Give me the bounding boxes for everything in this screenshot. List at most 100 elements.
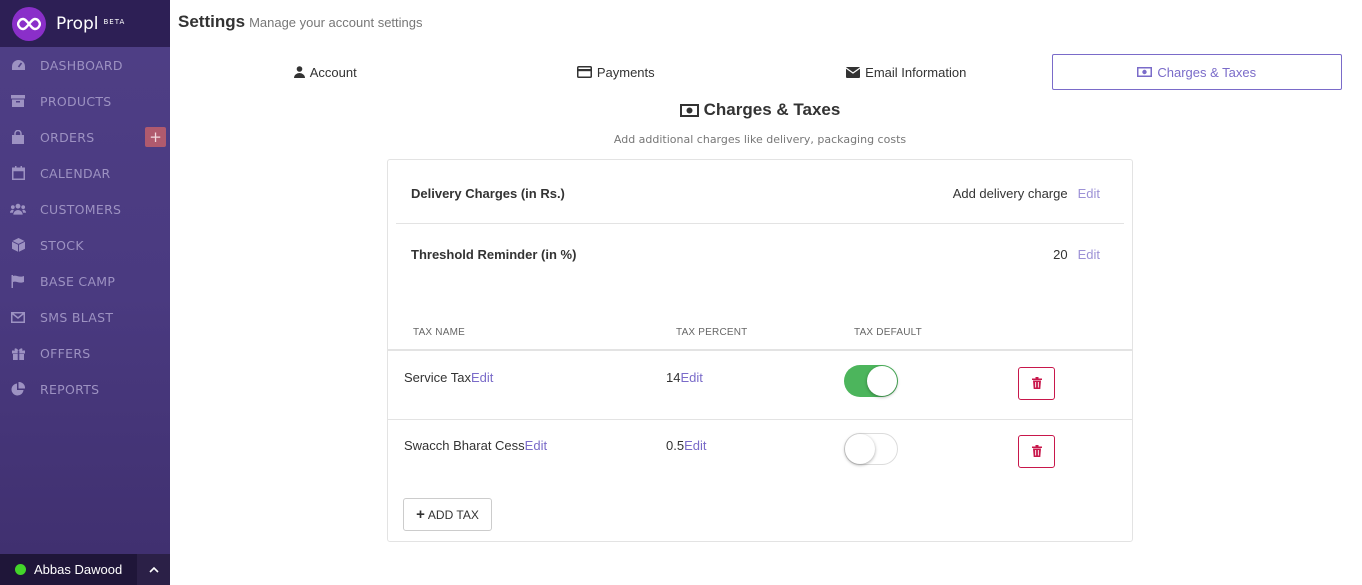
add-tax-label: ADD TAX — [427, 507, 479, 522]
tab-charges-taxes[interactable]: Charges & Taxes — [1051, 54, 1342, 90]
user-icon — [293, 66, 305, 78]
dashboard-icon — [10, 57, 26, 73]
flag-icon — [10, 273, 26, 289]
toggle-knob — [867, 366, 897, 396]
delete-tax-button[interactable] — [1018, 367, 1055, 400]
tab-account[interactable]: Account — [180, 54, 471, 90]
beta-badge: BETA — [103, 17, 126, 26]
credit-card-icon — [576, 66, 592, 78]
tab-label: Charges & Taxes — [1157, 64, 1257, 80]
brand-name: Propl — [56, 13, 99, 34]
tax-percent-cell: 0.5Edit — [666, 438, 706, 453]
column-header-tax-percent: TAX PERCENT — [676, 327, 748, 338]
sidebar: Propl BETA DASHBOARD PRODUCTS ORDERS + C… — [0, 0, 170, 585]
delivery-charges-edit-link[interactable]: Edit — [1078, 186, 1100, 201]
user-name: Abbas Dawood — [34, 562, 123, 577]
sidebar-item-label: OFFERS — [40, 345, 91, 361]
sidebar-item-label: BASE CAMP — [40, 273, 116, 289]
settings-tabs: Account Payments Email Information Charg… — [180, 54, 1342, 90]
tax-percent-edit-link[interactable]: Edit — [684, 438, 706, 453]
threshold-reminder-label: Threshold Reminder (in %) — [411, 246, 577, 262]
threshold-reminder-row: Threshold Reminder (in %) 20 Edit — [396, 224, 1124, 284]
sidebar-item-reports[interactable]: REPORTS — [0, 371, 170, 407]
chevron-up-icon[interactable] — [137, 554, 170, 585]
sidebar-item-label: CUSTOMERS — [40, 201, 122, 217]
column-header-tax-default: TAX DEFAULT — [854, 327, 922, 338]
sidebar-item-offers[interactable]: OFFERS — [0, 335, 170, 371]
sidebar-item-dashboard[interactable]: DASHBOARD — [0, 47, 170, 83]
tax-name: Service Tax — [404, 370, 471, 385]
sidebar-item-orders[interactable]: ORDERS + — [0, 119, 170, 155]
users-icon — [10, 201, 26, 217]
sidebar-item-label: REPORTS — [40, 381, 100, 397]
section-title: Charges & Taxes — [170, 100, 1350, 120]
add-tax-button[interactable]: + ADD TAX — [403, 498, 492, 531]
online-status-icon — [15, 564, 26, 575]
section-title-text: Charges & Taxes — [703, 100, 841, 119]
sidebar-item-label: STOCK — [40, 237, 84, 253]
toggle-knob — [845, 434, 875, 464]
envelope-icon — [10, 309, 26, 325]
tab-email-information[interactable]: Email Information — [761, 54, 1052, 90]
delivery-charges-row: Delivery Charges (in Rs.) Add delivery c… — [396, 164, 1124, 224]
sidebar-item-sms-blast[interactable]: SMS BLAST — [0, 299, 170, 335]
section-subtitle: Add additional charges like delivery, pa… — [613, 133, 907, 146]
archive-icon — [10, 93, 26, 109]
sidebar-item-label: CALENDAR — [40, 165, 111, 181]
tax-table-header: TAX NAME TAX PERCENT TAX DEFAULT — [388, 315, 1132, 351]
tax-default-toggle[interactable] — [844, 433, 898, 465]
sidebar-nav: DASHBOARD PRODUCTS ORDERS + CALENDAR CUS… — [0, 47, 170, 407]
table-row: Swacch Bharat CessEdit 0.5Edit — [388, 420, 1132, 488]
user-bar[interactable]: Abbas Dawood — [0, 554, 170, 585]
pie-chart-icon — [10, 381, 26, 397]
logo-icon — [12, 6, 46, 41]
delivery-charges-label: Delivery Charges (in Rs.) — [411, 186, 565, 201]
plus-icon: + — [416, 506, 425, 523]
tab-label: Email Information — [865, 64, 967, 80]
threshold-reminder-value: 20 — [1053, 246, 1068, 262]
table-row: Service TaxEdit 14Edit — [388, 352, 1132, 420]
trash-icon — [1031, 442, 1042, 461]
tab-label: Payments — [596, 64, 655, 80]
tax-percent-edit-link[interactable]: Edit — [680, 370, 702, 385]
sidebar-item-customers[interactable]: CUSTOMERS — [0, 191, 170, 227]
page-subtitle: Manage your account settings — [249, 15, 423, 30]
sidebar-item-label: ORDERS — [40, 129, 95, 145]
shopping-bag-icon — [10, 129, 26, 145]
page-header: Settings Manage your account settings — [178, 12, 423, 32]
tax-name: Swacch Bharat Cess — [404, 438, 525, 453]
tax-name-cell: Swacch Bharat CessEdit — [404, 438, 547, 453]
tab-label: Account — [309, 64, 357, 80]
sidebar-item-calendar[interactable]: CALENDAR — [0, 155, 170, 191]
tax-percent-cell: 14Edit — [666, 370, 703, 385]
threshold-reminder-edit-link[interactable]: Edit — [1078, 247, 1100, 262]
tax-name-cell: Service TaxEdit — [404, 370, 493, 385]
delivery-charges-value: Add delivery charge — [952, 186, 1068, 201]
charges-card: Delivery Charges (in Rs.) Add delivery c… — [387, 159, 1133, 542]
tax-percent: 0.5 — [666, 438, 685, 453]
money-icon — [1137, 67, 1153, 77]
calendar-icon — [10, 165, 26, 181]
money-icon — [679, 103, 699, 117]
gift-icon — [10, 345, 26, 361]
sidebar-item-label: SMS BLAST — [40, 309, 114, 325]
sidebar-item-base-camp[interactable]: BASE CAMP — [0, 263, 170, 299]
sidebar-item-stock[interactable]: STOCK — [0, 227, 170, 263]
trash-icon — [1031, 374, 1042, 393]
add-order-button[interactable]: + — [145, 127, 166, 147]
tax-name-edit-link[interactable]: Edit — [471, 370, 493, 385]
tax-percent: 14 — [666, 370, 681, 385]
tab-payments[interactable]: Payments — [471, 54, 762, 90]
main-content: Settings Manage your account settings Ac… — [170, 0, 1362, 585]
brand[interactable]: Propl BETA — [0, 0, 170, 47]
cube-icon — [10, 237, 26, 253]
delete-tax-button[interactable] — [1018, 435, 1055, 468]
page-title: Settings — [178, 12, 246, 31]
envelope-icon — [846, 66, 861, 78]
sidebar-item-products[interactable]: PRODUCTS — [0, 83, 170, 119]
tax-name-edit-link[interactable]: Edit — [525, 438, 547, 453]
sidebar-item-label: PRODUCTS — [40, 93, 112, 109]
column-header-tax-name: TAX NAME — [413, 327, 465, 338]
tax-default-toggle[interactable] — [844, 365, 898, 397]
sidebar-item-label: DASHBOARD — [40, 57, 123, 73]
